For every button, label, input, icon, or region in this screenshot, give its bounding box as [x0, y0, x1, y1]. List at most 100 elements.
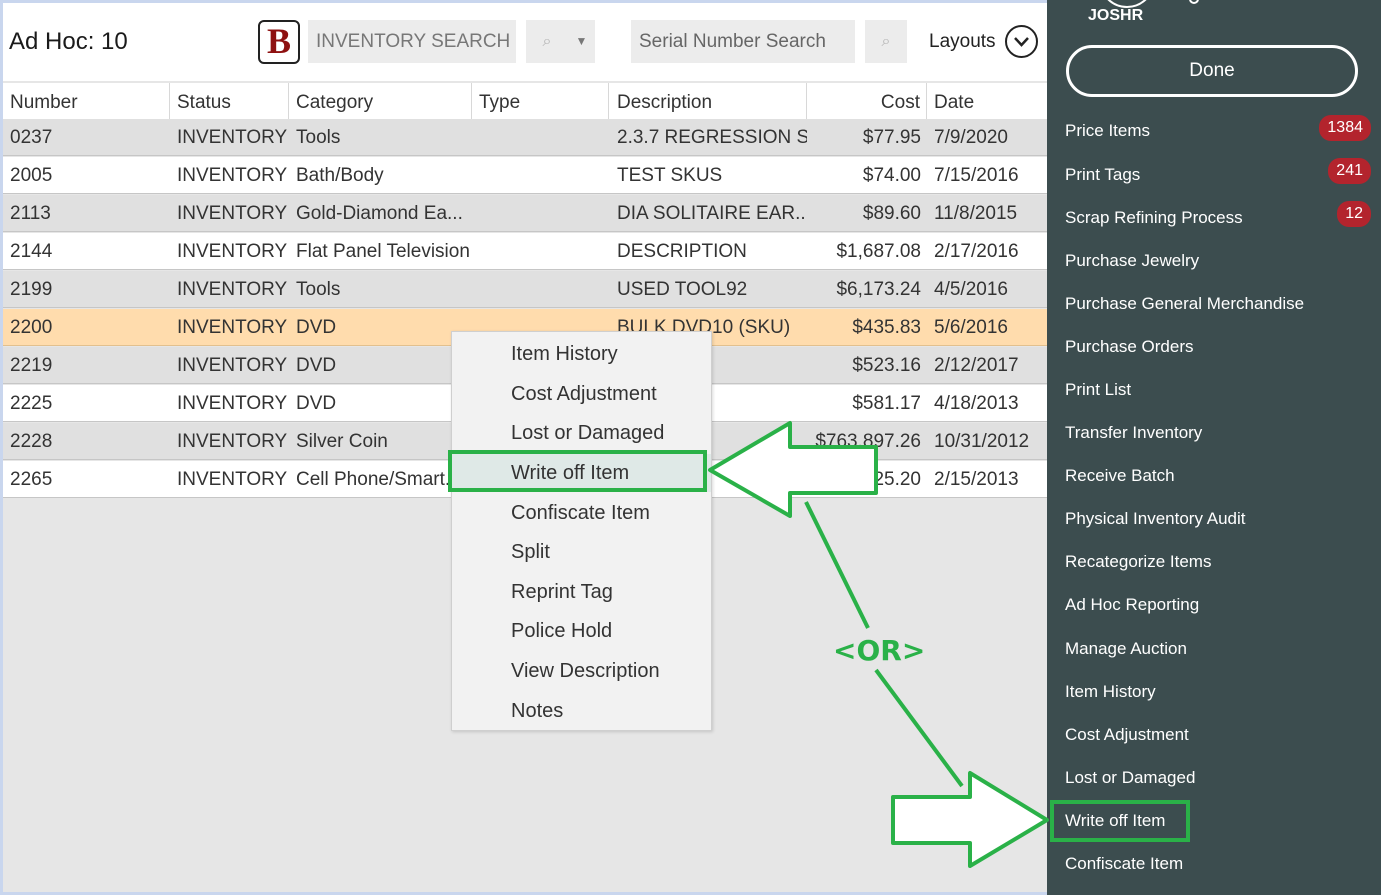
sidebar-item-print-tags[interactable]: Print Tags	[1065, 163, 1140, 187]
cell-type	[479, 233, 609, 270]
sidebar-item-recategorize-items[interactable]: Recategorize Items	[1065, 550, 1211, 574]
table-row[interactable]: 2005 INVENTORY Bath/Body TEST SKUS $74.0…	[3, 157, 1047, 194]
cell-number: 2199	[10, 279, 53, 300]
count-badge: 12	[1337, 201, 1371, 227]
cell-cost: $77.95	[862, 127, 921, 148]
table-row[interactable]: 2113 INVENTORY Gold-Diamond Ea... DIA SO…	[3, 195, 1047, 232]
cell-cost: $6,173.24	[836, 279, 921, 300]
highlight-box-context-write-off	[448, 450, 707, 492]
layouts-label[interactable]: Layouts	[929, 31, 996, 53]
sidebar-item-lost-or-damaged[interactable]: Lost or Damaged	[1065, 766, 1195, 790]
inventory-search-input[interactable]: INVENTORY SEARCH	[308, 20, 516, 63]
cell-type	[479, 157, 609, 194]
cell-number: 2219	[10, 355, 53, 376]
column-header-type[interactable]: Type	[472, 83, 609, 119]
sidebar-item-transfer-inventory[interactable]: Transfer Inventory	[1065, 421, 1202, 445]
sidebar-item-label: Recategorize Items	[1065, 552, 1212, 571]
cell-date: 11/8/2015	[934, 203, 1018, 224]
top-bar: Ad Hoc: 10 B INVENTORY SEARCH ⌕ ▼ Serial…	[3, 3, 1047, 81]
sidebar-item-scrap-refining-process[interactable]: Scrap Refining Process	[1065, 206, 1243, 230]
sidebar-item-label: Price Items	[1065, 121, 1151, 140]
cell-date: 2/15/2013	[934, 469, 1019, 490]
cell-status: INVENTORY	[177, 355, 288, 376]
context-split[interactable]: Split	[452, 533, 711, 571]
page-title: Ad Hoc: 10	[9, 28, 128, 55]
context-lost-or-damaged[interactable]: Lost or Damaged	[452, 414, 711, 452]
sidebar-item-item-history[interactable]: Item History	[1065, 680, 1156, 704]
table-row[interactable]: 2144 INVENTORY Flat Panel Television DES…	[3, 233, 1047, 270]
main-panel: Ad Hoc: 10 B INVENTORY SEARCH ⌕ ▼ Serial…	[3, 3, 1047, 892]
cell-date: 4/5/2016	[934, 279, 1008, 300]
brand-logo: B	[258, 20, 300, 64]
dropdown-arrow-icon[interactable]: ▼	[568, 20, 595, 63]
sidebar-item-physical-inventory-audit[interactable]: Physical Inventory Audit	[1065, 507, 1245, 531]
sidebar-item-purchase-orders[interactable]: Purchase Orders	[1065, 335, 1194, 359]
count-badge: 1384	[1319, 115, 1371, 141]
cell-number: 2265	[10, 469, 53, 490]
cell-status: INVENTORY	[177, 431, 288, 452]
context-item-history[interactable]: Item History	[452, 335, 711, 373]
sidebar: JOSHR Done Price Items 1384 Print Tags 2…	[1047, 0, 1381, 895]
cell-status: INVENTORY	[177, 241, 288, 262]
cell-number: 2113	[10, 203, 51, 224]
done-button[interactable]: Done	[1066, 45, 1358, 97]
context-menu: Item History Cost Adjustment Lost or Dam…	[451, 331, 712, 731]
search-icon[interactable]: ⌕	[865, 20, 907, 63]
sidebar-item-manage-auction[interactable]: Manage Auction	[1065, 637, 1187, 661]
sidebar-item-label: Lost or Damaged	[1065, 768, 1196, 787]
search-icon[interactable]: ⌕	[526, 20, 568, 63]
cell-number: 2200	[10, 317, 53, 338]
sidebar-item-label: Purchase Jewelry	[1065, 251, 1200, 270]
column-header-status[interactable]: Status	[170, 83, 289, 119]
column-header-category[interactable]: Category	[289, 83, 472, 119]
sidebar-item-confiscate-item[interactable]: Confiscate Item	[1065, 852, 1183, 876]
cell-date: 4/18/2013	[934, 393, 1019, 414]
cell-date: 7/15/2016	[934, 165, 1019, 186]
cell-category: Flat Panel Television	[296, 241, 470, 262]
context-notes[interactable]: Notes	[452, 692, 711, 730]
sidebar-item-purchase-jewelry[interactable]: Purchase Jewelry	[1065, 249, 1199, 273]
username: JOSHR	[1088, 7, 1144, 24]
context-cost-adjustment[interactable]: Cost Adjustment	[452, 375, 711, 413]
cell-number: 0237	[10, 127, 53, 148]
sidebar-item-label: Ad Hoc Reporting	[1065, 595, 1200, 614]
count-badge: 241	[1328, 158, 1371, 184]
cell-date: 5/6/2016	[934, 317, 1008, 338]
context-confiscate-item[interactable]: Confiscate Item	[452, 494, 711, 532]
sidebar-item-label: Scrap Refining Process	[1065, 208, 1243, 227]
context-view-description[interactable]: View Description	[452, 652, 711, 690]
sidebar-item-receive-batch[interactable]: Receive Batch	[1065, 464, 1175, 488]
cell-status: INVENTORY	[177, 393, 288, 414]
sidebar-item-label: Manage Auction	[1065, 639, 1187, 658]
sidebar-item-cost-adjustment[interactable]: Cost Adjustment	[1065, 723, 1189, 747]
cell-status: INVENTORY	[177, 203, 288, 224]
sidebar-item-label: Purchase Orders	[1065, 337, 1194, 356]
chevron-down-icon[interactable]	[1005, 25, 1038, 58]
cell-category: Gold-Diamond Ea...	[296, 203, 463, 224]
sidebar-item-ad-hoc-reporting[interactable]: Ad Hoc Reporting	[1065, 593, 1199, 617]
sidebar-item-label: Print Tags	[1065, 165, 1141, 184]
context-police-hold[interactable]: Police Hold	[452, 612, 711, 650]
cell-description: 2.3.7 REGRESSION S...	[617, 127, 807, 148]
cell-cost: $763,897.26	[815, 431, 921, 452]
cell-cost: $74.00	[862, 165, 921, 186]
column-header-cost[interactable]: Cost	[807, 83, 927, 119]
cell-description: DIA SOLITAIRE EAR...	[617, 203, 807, 224]
sidebar-item-purchase-general-merchandise[interactable]: Purchase General Merchandise	[1065, 292, 1304, 316]
cell-type	[479, 271, 609, 308]
context-reprint-tag[interactable]: Reprint Tag	[452, 573, 711, 611]
cell-cost: 25.20	[873, 469, 921, 490]
sidebar-item-print-list[interactable]: Print List	[1065, 378, 1131, 402]
column-header-date[interactable]: Date	[927, 83, 1047, 119]
column-header-description[interactable]: Description	[609, 83, 807, 119]
table-row[interactable]: 2199 INVENTORY Tools USED TOOL92 $6,173.…	[3, 271, 1047, 308]
serial-number-search-input[interactable]: Serial Number Search	[631, 20, 855, 63]
cell-status: INVENTORY	[177, 165, 288, 186]
highlight-box-sidebar-write-off	[1050, 800, 1190, 842]
column-header-number[interactable]: Number	[3, 83, 170, 119]
cell-date: 7/9/2020	[934, 127, 1008, 148]
cell-date: 10/31/2012	[934, 431, 1030, 452]
status-dot-icon	[1189, 0, 1199, 4]
cell-category: DVD	[296, 355, 337, 376]
table-row[interactable]: 0237 INVENTORY Tools 2.3.7 REGRESSION S.…	[3, 119, 1047, 156]
